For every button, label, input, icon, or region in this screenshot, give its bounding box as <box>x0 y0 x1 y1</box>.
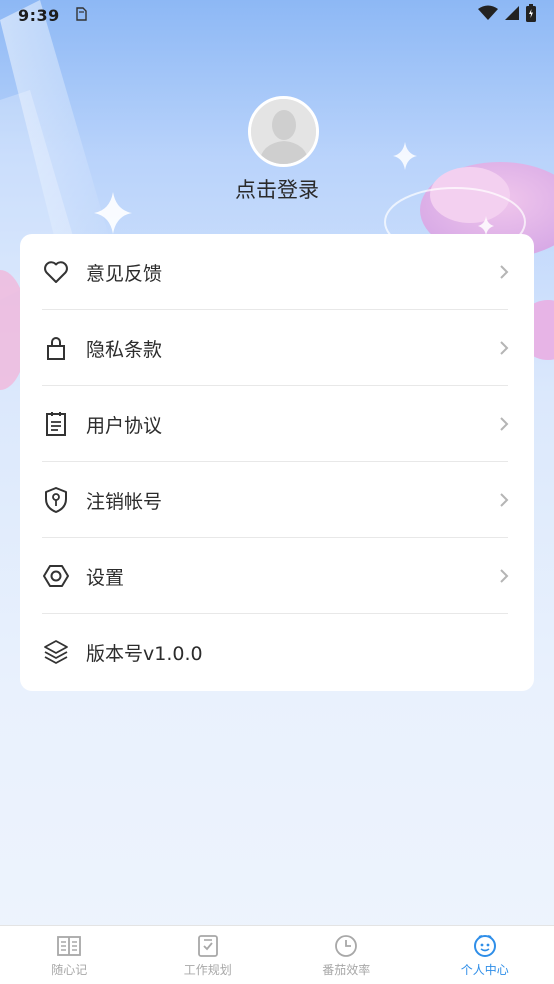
shield-key-icon <box>42 486 70 514</box>
menu-item-label: 隐私条款 <box>86 338 163 361</box>
chevron-right-icon <box>496 264 512 280</box>
cellular-signal-icon <box>504 5 520 25</box>
status-bar: 9:39 <box>0 0 554 30</box>
clipboard-icon <box>42 410 70 438</box>
default-avatar-icon <box>251 99 316 164</box>
menu-item-feedback[interactable]: 意见反馈 <box>42 234 512 310</box>
layers-icon <box>42 638 70 666</box>
tab-label: 个人中心 <box>460 962 509 977</box>
sd-card-icon <box>74 6 88 25</box>
menu-item-privacy[interactable]: 隐私条款 <box>42 310 512 386</box>
tab-pomodoro[interactable]: 番茄效率 <box>277 926 416 984</box>
wifi-icon <box>478 5 498 25</box>
menu-item-label: 设置 <box>86 566 125 589</box>
menu-item-delete-account[interactable]: 注销帐号 <box>42 462 512 538</box>
menu-item-label: 用户协议 <box>86 414 163 437</box>
avatar[interactable] <box>248 96 319 167</box>
login-link[interactable]: 点击登录 <box>0 174 554 204</box>
chevron-right-icon <box>496 340 512 356</box>
heart-icon <box>42 258 70 286</box>
tab-label: 番茄效率 <box>322 962 371 977</box>
menu-card: 意见反馈 隐私条款 用户协议 注销帐号 设置 版本号v1.0.0 <box>20 234 534 691</box>
tab-label: 随心记 <box>51 962 88 977</box>
tab-label: 工作规划 <box>183 962 232 977</box>
tab-notes[interactable]: 随心记 <box>0 926 139 984</box>
clock-icon <box>333 933 359 959</box>
lock-icon <box>42 334 70 362</box>
hexagon-settings-icon <box>42 562 70 590</box>
version-label: 版本号v1.0.0 <box>86 642 203 665</box>
tab-work-plan[interactable]: 工作规划 <box>139 926 278 984</box>
chevron-right-icon <box>496 416 512 432</box>
face-icon <box>472 933 498 959</box>
status-time: 9:39 <box>18 5 60 25</box>
menu-item-user-agreement[interactable]: 用户协议 <box>42 386 512 462</box>
book-icon <box>56 933 82 959</box>
bottom-tab-bar: 随心记 工作规划 番茄效率 个人中心 <box>0 925 554 984</box>
chevron-right-icon <box>496 492 512 508</box>
chevron-right-icon <box>496 568 512 584</box>
menu-item-label: 意见反馈 <box>86 262 163 285</box>
checklist-icon <box>195 933 221 959</box>
tab-profile[interactable]: 个人中心 <box>416 926 554 984</box>
menu-item-version: 版本号v1.0.0 <box>42 614 512 690</box>
menu-item-settings[interactable]: 设置 <box>42 538 512 614</box>
battery-icon <box>526 4 536 26</box>
menu-item-label: 注销帐号 <box>86 490 163 513</box>
